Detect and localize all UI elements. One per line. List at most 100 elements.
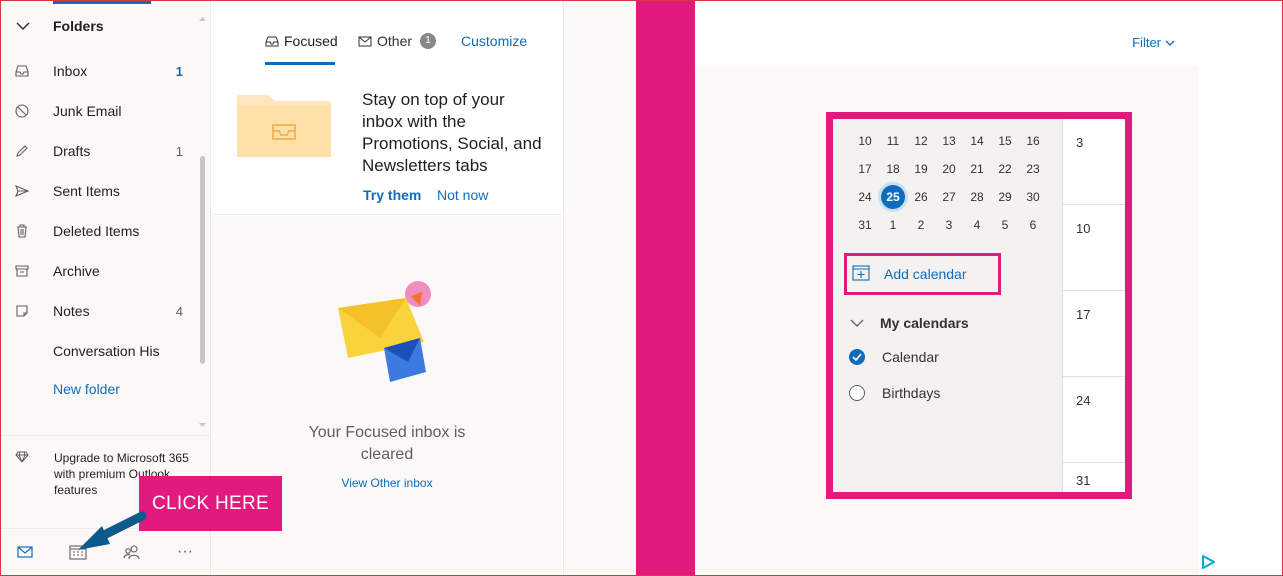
- more-icon[interactable]: ···: [174, 541, 196, 563]
- day-cell[interactable]: 19: [907, 155, 935, 183]
- folder-conversation-history[interactable]: Conversation Hist...: [1, 331, 201, 371]
- filter-button[interactable]: Filter: [1132, 35, 1175, 50]
- day-cell[interactable]: 13: [935, 127, 963, 155]
- calendar-item-calendar[interactable]: Calendar: [849, 349, 939, 365]
- chevron-down-icon: [850, 319, 864, 327]
- unchecked-circle-icon[interactable]: [849, 385, 865, 401]
- folder-archive[interactable]: Archive: [1, 251, 201, 291]
- day-cell[interactable]: 22: [991, 155, 1019, 183]
- day-cell[interactable]: 29: [991, 183, 1019, 211]
- day-cell[interactable]: 2: [907, 211, 935, 239]
- filter-label: Filter: [1132, 35, 1161, 50]
- folder-name: Drafts: [53, 143, 91, 159]
- unread-count: 1: [175, 63, 183, 79]
- folder-name: Junk Email: [53, 103, 122, 119]
- envelopes-illustration-icon: [338, 281, 431, 382]
- not-now-link[interactable]: Not now: [437, 187, 488, 203]
- week-row: 24 25 26 27 28 29 30: [851, 183, 1047, 211]
- day-cell[interactable]: 17: [851, 155, 879, 183]
- week-row: 17 18 19 20 21 22 23: [851, 155, 1047, 183]
- folder-junk-email[interactable]: Junk Email: [1, 91, 201, 131]
- empty-message: Your Focused inbox is cleared: [308, 424, 466, 463]
- day-cell[interactable]: 5: [991, 211, 1019, 239]
- week-start-cell[interactable]: 31: [1063, 463, 1125, 492]
- week-start-cell[interactable]: 24: [1063, 377, 1125, 463]
- day-cell[interactable]: 18: [879, 155, 907, 183]
- try-them-link[interactable]: Try them: [363, 187, 421, 203]
- folder-deleted-items[interactable]: Deleted Items: [1, 211, 201, 251]
- click-here-callout: CLICK HERE: [139, 476, 282, 531]
- today-day-cell[interactable]: 25: [881, 185, 905, 209]
- scroll-thumb[interactable]: [200, 156, 205, 364]
- day-cell[interactable]: 31: [851, 211, 879, 239]
- week-row: 10 11 12 13 14 15 16: [851, 127, 1047, 155]
- folder-name: Notes: [53, 303, 90, 319]
- other-count-badge: 1: [420, 33, 437, 49]
- diamond-icon: [15, 451, 29, 463]
- mail-icon[interactable]: [14, 541, 36, 563]
- folder-notes[interactable]: Notes 4: [1, 291, 201, 331]
- add-calendar-icon: [852, 265, 870, 281]
- day-cell[interactable]: 6: [1019, 211, 1047, 239]
- mini-calendar: 10 11 12 13 14 15 16 17 18 19 20 21 22 2…: [851, 127, 1047, 239]
- folder-name: Conversation Hist...: [53, 343, 159, 359]
- folder-name: Deleted Items: [53, 223, 140, 239]
- day-cell[interactable]: 10: [851, 127, 879, 155]
- calendar-toolbar: Filter: [695, 11, 1199, 66]
- reading-pane: [563, 1, 636, 575]
- my-calendars-header[interactable]: My calendars: [850, 315, 969, 331]
- day-cell[interactable]: 30: [1019, 183, 1047, 211]
- inbox-icon: [14, 63, 30, 79]
- folder-illustration-icon: [237, 95, 331, 157]
- day-cell[interactable]: 20: [935, 155, 963, 183]
- view-other-inbox-link[interactable]: View Other inbox: [287, 476, 487, 490]
- tab-focused[interactable]: Focused: [265, 33, 338, 65]
- chevron-down-icon: [16, 22, 30, 31]
- folders-header[interactable]: Folders: [1, 9, 201, 43]
- junk-icon: [14, 103, 30, 119]
- day-cell[interactable]: 11: [879, 127, 907, 155]
- page-margin: [1199, 0, 1283, 576]
- day-cell[interactable]: 14: [963, 127, 991, 155]
- promo-title: Stay on top of your inbox with the Promo…: [362, 90, 542, 175]
- ad-choices-icon[interactable]: [1201, 555, 1215, 569]
- scroll-down-icon[interactable]: [198, 421, 207, 429]
- day-cell[interactable]: 28: [963, 183, 991, 211]
- new-folder-link[interactable]: New folder: [53, 381, 120, 397]
- day-cell[interactable]: 23: [1019, 155, 1047, 183]
- day-cell[interactable]: 24: [851, 183, 879, 211]
- day-cell[interactable]: 12: [907, 127, 935, 155]
- week-start-cell[interactable]: 10: [1063, 205, 1125, 291]
- folder-name: Inbox: [53, 63, 88, 79]
- selection-indicator: [53, 1, 151, 4]
- day-cell[interactable]: 15: [991, 127, 1019, 155]
- highlighted-calendar-region: 10 11 12 13 14 15 16 17 18 19 20 21 22 2…: [826, 112, 1132, 499]
- folder-drafts[interactable]: Drafts 1: [1, 131, 201, 171]
- add-calendar-button[interactable]: Add calendar: [844, 253, 1001, 295]
- pencil-icon: [14, 143, 30, 159]
- folder-name: Sent Items: [53, 183, 120, 199]
- checked-circle-icon[interactable]: [849, 349, 865, 365]
- week-start-cell[interactable]: 17: [1063, 291, 1125, 377]
- tab-label: Focused: [284, 33, 338, 49]
- customize-link[interactable]: Customize: [461, 33, 527, 49]
- day-cell[interactable]: 3: [935, 211, 963, 239]
- folder-scrollbar[interactable]: [198, 11, 207, 431]
- folder-sent-items[interactable]: Sent Items: [1, 171, 201, 211]
- calendar-name: Calendar: [882, 349, 939, 365]
- calendar-item-birthdays[interactable]: Birthdays: [849, 385, 940, 401]
- chevron-down-icon: [1165, 40, 1175, 46]
- day-cell[interactable]: 16: [1019, 127, 1047, 155]
- week-start-cell[interactable]: 3: [1063, 119, 1125, 205]
- inbox-tabs: Focused Other 1 Customize: [212, 1, 562, 67]
- folder-inbox[interactable]: Inbox 1: [1, 51, 201, 91]
- day-cell[interactable]: 26: [907, 183, 935, 211]
- day-cell[interactable]: 21: [963, 155, 991, 183]
- day-cell[interactable]: 27: [935, 183, 963, 211]
- calendar-sidebar: 10 11 12 13 14 15 16 17 18 19 20 21 22 2…: [833, 119, 1062, 492]
- tab-label: Other: [377, 33, 413, 49]
- day-cell[interactable]: 4: [963, 211, 991, 239]
- tab-other[interactable]: Other 1: [358, 33, 437, 49]
- day-cell[interactable]: 1: [879, 211, 907, 239]
- scroll-up-icon[interactable]: [198, 15, 207, 23]
